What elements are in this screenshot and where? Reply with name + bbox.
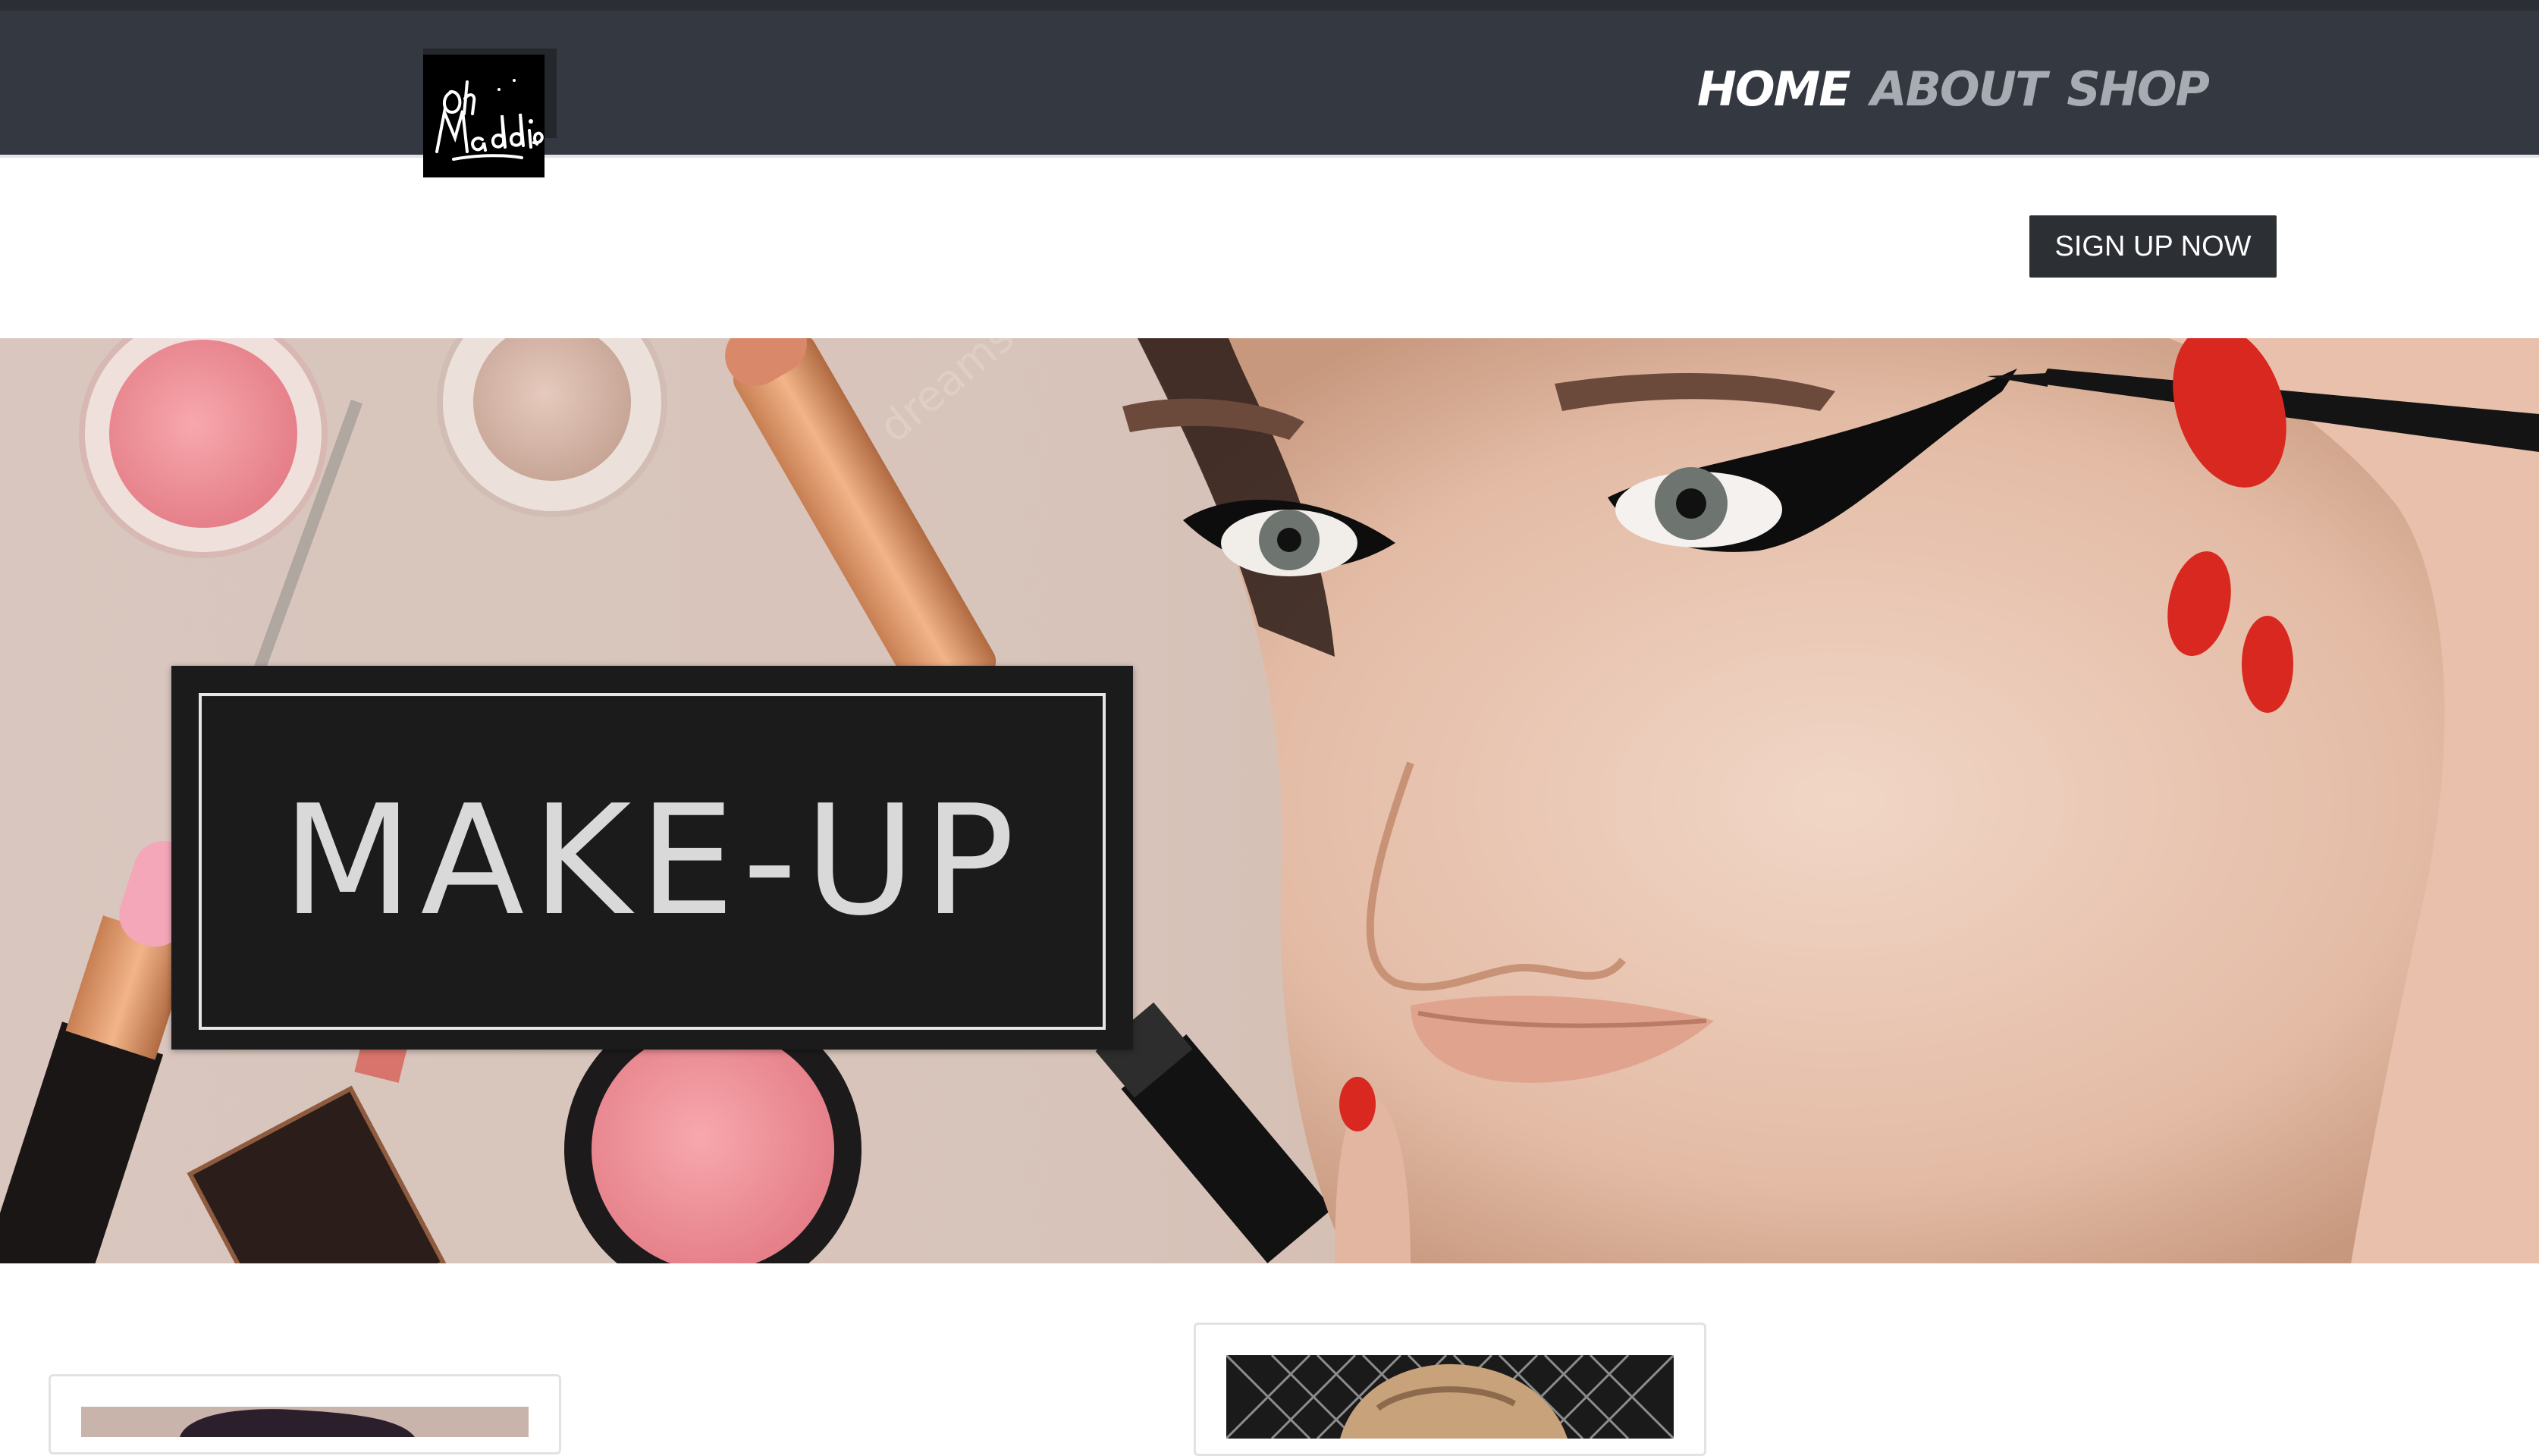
product-card-image <box>81 1407 529 1437</box>
hero-title-frame: MAKE-UP <box>199 693 1106 1030</box>
product-card[interactable] <box>49 1374 561 1454</box>
product-card[interactable] <box>1194 1323 1706 1456</box>
nav-about-link[interactable]: ABOUT <box>1871 56 2048 123</box>
logo-graphic <box>423 55 545 177</box>
product-card-image <box>1226 1355 1674 1439</box>
hero-title-panel: MAKE-UP <box>171 666 1133 1050</box>
hero-banner: dreamstime MAKE-UP <box>0 338 2539 1263</box>
navbar: HOME ABOUT SHOP <box>0 11 2539 177</box>
top-strip <box>0 0 2539 11</box>
hero-title: MAKE-UP <box>281 773 1023 949</box>
nav-shop-link[interactable]: SHOP <box>2067 56 2210 123</box>
main-nav: HOME ABOUT SHOP <box>1697 56 2210 123</box>
brand-logo[interactable] <box>423 55 545 177</box>
sign-up-button[interactable]: SIGN UP NOW <box>2029 215 2277 278</box>
nav-home-link[interactable]: HOME <box>1697 56 1851 123</box>
